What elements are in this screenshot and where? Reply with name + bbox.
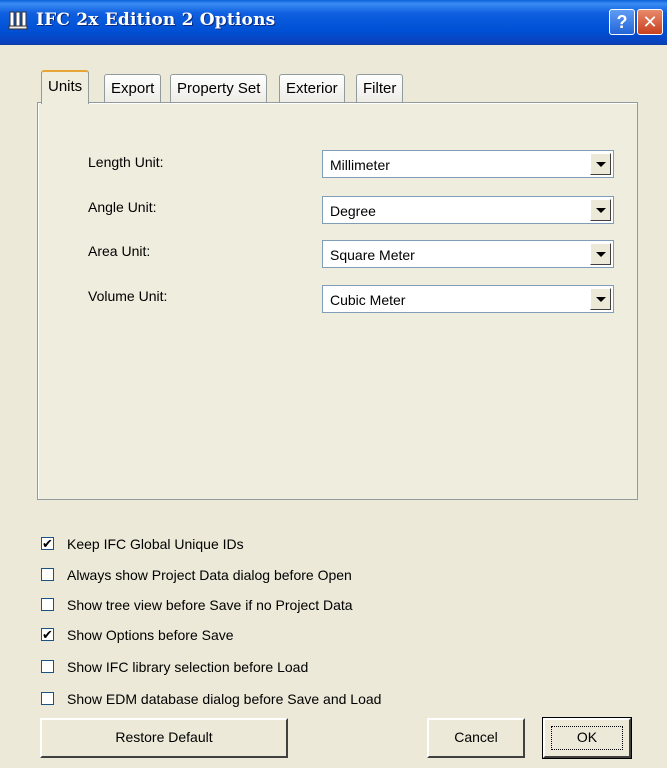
length-unit-value: Millimeter (330, 157, 390, 173)
cancel-button[interactable]: Cancel (427, 718, 525, 758)
chevron-down-icon (596, 208, 606, 213)
option-label: Always show Project Data dialog before O… (67, 567, 352, 583)
angle-unit-select[interactable]: Degree (322, 196, 614, 224)
checkbox[interactable] (41, 568, 54, 581)
length-unit-dropdown-button[interactable] (590, 153, 611, 175)
checkbox[interactable] (41, 692, 54, 705)
area-unit-value: Square Meter (330, 247, 415, 263)
tab-exterior[interactable]: Exterior (279, 74, 345, 103)
option-label: Show IFC library selection before Load (67, 659, 309, 675)
checkmark-icon[interactable]: ✔ (41, 628, 54, 641)
length-unit-select[interactable]: Millimeter (322, 150, 614, 178)
restore-default-button[interactable]: Restore Default (40, 718, 288, 758)
chevron-down-icon (596, 162, 606, 167)
angle-unit-label: Angle Unit: (88, 199, 157, 215)
tab-units[interactable]: Units (41, 70, 90, 104)
tab-export[interactable]: Export (104, 74, 162, 103)
volume-unit-value: Cubic Meter (330, 292, 406, 308)
angle-unit-value: Degree (330, 203, 376, 219)
focus-rect (551, 726, 623, 750)
chevron-down-icon (596, 297, 606, 302)
help-button[interactable]: ? (609, 9, 635, 35)
tab-property-set[interactable]: Property Set (170, 74, 268, 103)
option-label: Show tree view before Save if no Project… (67, 597, 353, 613)
option-label: Keep IFC Global Unique IDs (67, 536, 244, 552)
app-icon (8, 11, 28, 30)
area-unit-label: Area Unit: (88, 243, 151, 259)
checkmark-icon[interactable]: ✔ (41, 537, 54, 550)
area-unit-dropdown-button[interactable] (590, 243, 611, 265)
volume-unit-select[interactable]: Cubic Meter (322, 285, 614, 313)
angle-unit-dropdown-button[interactable] (590, 199, 611, 221)
tab-filter[interactable]: Filter (356, 74, 404, 103)
length-unit-label: Length Unit: (88, 154, 164, 170)
title-bar[interactable]: IFC 2x Edition 2 Options ? ✕ (0, 0, 667, 45)
ok-button[interactable]: OK (542, 717, 632, 759)
close-button[interactable]: ✕ (637, 9, 663, 35)
chevron-down-icon (596, 252, 606, 257)
option-label: Show EDM database dialog before Save and… (67, 691, 382, 707)
option-label: Show Options before Save (67, 627, 234, 643)
window-title: IFC 2x Edition 2 Options (36, 10, 276, 30)
volume-unit-dropdown-button[interactable] (590, 288, 611, 310)
checkbox[interactable] (41, 660, 54, 673)
volume-unit-label: Volume Unit: (88, 288, 168, 304)
checkbox[interactable] (41, 598, 54, 611)
area-unit-select[interactable]: Square Meter (322, 240, 614, 268)
